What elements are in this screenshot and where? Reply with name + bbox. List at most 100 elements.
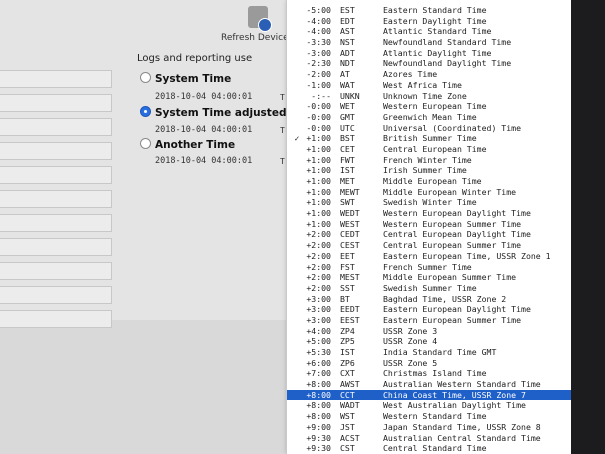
zone-name: Greenwich Mean Time <box>383 111 477 122</box>
text-field[interactable] <box>0 310 112 328</box>
timezone-menu-item[interactable]: -1:00 WAT West Africa Time <box>287 80 572 91</box>
timezone-menu-item[interactable]: +5:30 IST India Standard Time GMT <box>287 347 572 358</box>
text-field[interactable] <box>0 166 112 184</box>
text-field[interactable] <box>0 286 112 304</box>
timezone-menu-item[interactable]: -4:00 EDT Eastern Daylight Time <box>287 16 572 27</box>
timezone-menu-item[interactable]: +2:00 FST French Summer Time <box>287 262 572 273</box>
timezone-menu-item[interactable]: +9:00 JST Japan Standard Time, USSR Zone 8 <box>287 422 572 433</box>
timezone-menu-item[interactable]: +1:00 SWT Swedish Winter Time <box>287 197 572 208</box>
timezone-menu-item[interactable]: -5:00 EST Eastern Standard Time <box>287 5 572 16</box>
zone-name: Swedish Winter Time <box>383 197 477 208</box>
timezone-menu-item[interactable]: +3:00 BT Baghdad Time, USSR Zone 2 <box>287 294 572 305</box>
timezone-menu-item[interactable]: ✓ +1:00 BST British Summer Time <box>287 133 572 144</box>
timezone-menu-item[interactable]: +6:00 ZP6 USSR Zone 5 <box>287 358 572 369</box>
timezone-menu-item[interactable]: +7:00 CXT Christmas Island Time <box>287 368 572 379</box>
timezone-menu-item[interactable]: +1:00 IST Irish Summer Time <box>287 165 572 176</box>
timezone-menu-item[interactable]: +8:00 WADT West Australian Daylight Time <box>287 400 572 411</box>
utc-offset: +1:00 <box>306 208 331 219</box>
text-field[interactable] <box>0 238 112 256</box>
zone-name: USSR Zone 5 <box>383 357 438 368</box>
zone-abbreviation: GMT <box>340 111 355 122</box>
timezone-menu-item[interactable]: -4:00 AST Atlantic Standard Time <box>287 26 572 37</box>
timezone-list: -5:00 EST Eastern Standard Time -4:00 EDT Eas… <box>287 5 572 454</box>
utc-offset: +4:00 <box>306 325 331 336</box>
timezone-menu-item[interactable]: +1:00 WEST Western European Summer Time <box>287 219 572 230</box>
zone-name: Unknown Time Zone <box>383 90 467 101</box>
timezone-menu-item[interactable]: +1:00 MEWT Middle European Winter Time <box>287 187 572 198</box>
zone-name: Swedish Summer Time <box>383 282 477 293</box>
zone-name: Australian Central Standard Time <box>383 432 541 443</box>
zone-name: Central European Time <box>383 143 487 154</box>
zone-abbreviation: NST <box>340 37 355 48</box>
timezone-menu-item[interactable]: -0:00 UTC Universal (Coordinated) Time <box>287 123 572 134</box>
utc-offset: +6:00 <box>306 357 331 368</box>
timezone-menu-item[interactable]: +2:00 CEDT Central European Daylight Time <box>287 229 572 240</box>
zone-abbreviation: ZP5 <box>340 336 355 347</box>
timezone-menu-item[interactable]: +2:00 EET Eastern European Time, USSR Zone… <box>287 251 572 262</box>
timezone-menu-item[interactable]: +3:00 EEDT Eastern European Daylight Time <box>287 304 572 315</box>
zone-name: Newfoundland Daylight Time <box>383 58 512 69</box>
zone-abbreviation: CCT <box>340 389 355 400</box>
timezone-menu-item[interactable]: -2:00 AT Azores Time <box>287 69 572 80</box>
zone-name: Central European Summer Time <box>383 240 522 251</box>
text-field[interactable] <box>0 70 112 88</box>
text-field[interactable] <box>0 214 112 232</box>
timezone-menu-item[interactable]: +5:00 ZP5 USSR Zone 4 <box>287 336 572 347</box>
timezone-menu-item[interactable]: +4:00 ZP4 USSR Zone 3 <box>287 326 572 337</box>
timezone-menu-item[interactable]: +9:30 ACST Australian Central Standard Tim… <box>287 433 572 444</box>
timezone-menu-item[interactable]: +2:00 MEST Middle European Summer Time <box>287 272 572 283</box>
utc-offset: -0:00 <box>306 122 331 133</box>
timezone-menu-item[interactable]: +1:00 CET Central European Time <box>287 144 572 155</box>
radio-button[interactable] <box>140 72 151 83</box>
text-field[interactable] <box>0 94 112 112</box>
text-field[interactable] <box>0 190 112 208</box>
zone-name: China Coast Time, USSR Zone 7 <box>383 389 526 400</box>
zone-abbreviation: JST <box>340 421 355 432</box>
zone-name: Middle European Winter Time <box>383 186 517 197</box>
timezone-menu-item[interactable]: -2:30 NDT Newfoundland Daylight Time <box>287 58 572 69</box>
timezone-menu-item[interactable]: +2:00 CEST Central European Summer Time <box>287 240 572 251</box>
timezone-menu-item[interactable]: +1:00 WEDT Western European Daylight Time <box>287 208 572 219</box>
utc-offset: +9:30 <box>306 443 331 454</box>
refresh-device-icon[interactable] <box>248 6 272 32</box>
timezone-menu-item[interactable]: -0:00 WET Western European Time <box>287 101 572 112</box>
zone-name: Central European Daylight Time <box>383 229 531 240</box>
timezone-menu-item[interactable]: +3:00 EEST Eastern European Summer Time <box>287 315 572 326</box>
timezone-menu-item[interactable]: +1:00 FWT French Winter Time <box>287 155 572 166</box>
zone-abbreviation: ADT <box>340 47 355 58</box>
zone-abbreviation: AST <box>340 26 355 37</box>
zone-abbreviation: CEST <box>340 240 360 251</box>
radio-system-time[interactable]: System Time <box>140 72 231 85</box>
timezone-menu-item[interactable]: -3:30 NST Newfoundland Standard Time <box>287 37 572 48</box>
utc-offset: -2:30 <box>306 58 331 69</box>
timezone-menu-item[interactable]: -0:00 GMT Greenwich Mean Time <box>287 112 572 123</box>
zone-name: Western Standard Time <box>383 411 487 422</box>
text-field[interactable] <box>0 142 112 160</box>
utc-offset: +3:00 <box>306 293 331 304</box>
zone-abbreviation: UNKN <box>340 90 360 101</box>
text-field[interactable] <box>0 118 112 136</box>
zone-abbreviation: EEST <box>340 314 360 325</box>
another-time-value: 2018-10-04 04:00:01 <box>155 156 253 166</box>
timezone-menu-item[interactable]: -3:00 ADT Atlantic Daylight Time <box>287 48 572 59</box>
text-field[interactable] <box>0 262 112 280</box>
radio-another-time[interactable]: Another Time <box>140 138 235 151</box>
radio-label: System Time <box>155 73 232 85</box>
radio-button[interactable] <box>140 138 151 149</box>
zone-abbreviation: EST <box>340 5 355 15</box>
timezone-dropdown-menu: -5:00 EST Eastern Standard Time -4:00 EDT Eas… <box>286 0 572 454</box>
zone-abbreviation: CXT <box>340 368 355 379</box>
zone-abbreviation: AT <box>340 69 350 80</box>
zone-abbreviation: NDT <box>340 58 355 69</box>
timezone-menu-item[interactable]: +8:00 AWST Australian Western Standard Tim… <box>287 379 572 390</box>
timezone-menu-item[interactable]: -:-- UNKN Unknown Time Zone <box>287 91 572 102</box>
timezone-menu-item[interactable]: +9:30 CST Central Standard Time <box>287 443 572 454</box>
timezone-menu-item[interactable]: +8:00 WST Western Standard Time <box>287 411 572 422</box>
timezone-menu-item[interactable]: +2:00 SST Swedish Summer Time <box>287 283 572 294</box>
zone-name: Baghdad Time, USSR Zone 2 <box>383 293 507 304</box>
radio-button-selected[interactable] <box>140 106 151 117</box>
timezone-menu-item[interactable]: +1:00 MET Middle European Time <box>287 176 572 187</box>
zone-name: Universal (Coordinated) Time <box>383 122 522 133</box>
checkmark-icon: ✓ <box>294 133 300 144</box>
timezone-menu-item[interactable]: +8:00 CCT China Coast Time, USSR Zone 7 <box>287 389 572 401</box>
